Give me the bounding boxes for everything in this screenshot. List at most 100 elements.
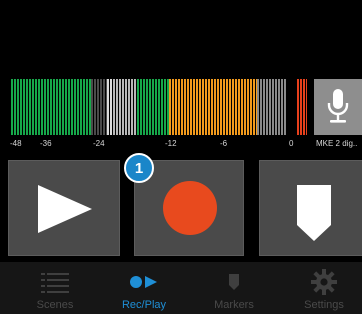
meter-segment bbox=[260, 79, 262, 135]
meter-segment bbox=[140, 79, 142, 135]
tab-label: Scenes bbox=[36, 299, 74, 311]
meter-segment bbox=[149, 79, 151, 135]
meter-segment bbox=[125, 79, 127, 135]
meter-segment bbox=[256, 79, 257, 135]
transport-controls bbox=[0, 160, 362, 256]
meter-segment bbox=[20, 79, 22, 135]
meter-segment bbox=[187, 79, 189, 135]
meter-segment bbox=[266, 79, 268, 135]
meter-segment bbox=[106, 79, 107, 135]
input-device-label: MKE 2 dig.. bbox=[316, 139, 358, 148]
meter-segment bbox=[47, 79, 49, 135]
meter-segment bbox=[300, 79, 302, 135]
meter-segment bbox=[23, 79, 25, 135]
meter-segment bbox=[11, 79, 13, 135]
tab-label: Rec/Play bbox=[121, 299, 167, 311]
meter-segment bbox=[134, 79, 136, 135]
play-button[interactable] bbox=[8, 160, 120, 256]
play-icon bbox=[38, 185, 92, 233]
meter-segment bbox=[119, 79, 121, 135]
meter-segment bbox=[128, 79, 130, 135]
input-device-button[interactable] bbox=[314, 79, 362, 135]
meter-segment bbox=[26, 79, 28, 135]
meter-segment bbox=[74, 79, 76, 135]
meter-segment bbox=[178, 79, 180, 135]
meter-segment bbox=[281, 79, 283, 135]
tab-scenes[interactable]: Scenes bbox=[10, 262, 100, 314]
meter-segment bbox=[38, 79, 40, 135]
meter-segment bbox=[65, 79, 67, 135]
meter-segment bbox=[131, 79, 133, 135]
meter-segment bbox=[275, 79, 277, 135]
tab-bar: Scenes Rec/Play Markers Settings bbox=[0, 262, 362, 314]
gear-icon bbox=[311, 269, 337, 295]
meter-segment bbox=[214, 79, 216, 135]
meter-segment bbox=[77, 79, 79, 135]
meter-segment bbox=[257, 79, 259, 135]
meter-segment bbox=[158, 79, 160, 135]
meter-segment bbox=[211, 79, 213, 135]
marker-icon bbox=[297, 185, 331, 241]
meter-segment bbox=[253, 79, 255, 135]
rec-play-icon bbox=[130, 276, 157, 288]
meter-segment bbox=[32, 79, 34, 135]
meter-segment bbox=[284, 79, 286, 135]
meter-segment bbox=[107, 79, 109, 135]
tab-settings[interactable]: Settings bbox=[279, 262, 362, 314]
meter-segment bbox=[241, 79, 243, 135]
marker-icon bbox=[229, 274, 239, 290]
scale-label: -6 bbox=[220, 139, 228, 148]
meter-segment bbox=[143, 79, 145, 135]
meter-segment bbox=[122, 79, 124, 135]
meter-segment bbox=[71, 79, 73, 135]
meter-segment bbox=[235, 79, 237, 135]
meter-segment bbox=[175, 79, 177, 135]
meter-segment bbox=[59, 79, 61, 135]
meter-segment bbox=[303, 79, 305, 135]
meter-segment bbox=[110, 79, 112, 135]
level-scale: -48 -36 -24 -12 -6 0 MKE 2 dig.. bbox=[0, 138, 362, 152]
meter-segment bbox=[199, 79, 201, 135]
meter-segment bbox=[103, 79, 105, 135]
meter-segment bbox=[229, 79, 231, 135]
meter-segment bbox=[68, 79, 70, 135]
meter-segment bbox=[269, 79, 271, 135]
scale-label: -12 bbox=[165, 139, 177, 148]
tab-markers[interactable]: Markers bbox=[189, 262, 279, 314]
meter-segment bbox=[161, 79, 163, 135]
add-marker-button[interactable] bbox=[259, 160, 362, 256]
meter-segment bbox=[86, 79, 88, 135]
meter-segment bbox=[155, 79, 157, 135]
meter-segment bbox=[297, 79, 299, 135]
microphone-icon bbox=[327, 89, 349, 123]
meter-segment bbox=[89, 79, 91, 135]
meter-segment bbox=[169, 79, 171, 135]
tab-rec-play[interactable]: Rec/Play bbox=[99, 262, 189, 314]
scale-label: 0 bbox=[289, 139, 294, 148]
meter-segment bbox=[172, 79, 174, 135]
meter-segment bbox=[167, 79, 169, 135]
meter-segment bbox=[14, 79, 16, 135]
meter-segment bbox=[29, 79, 31, 135]
meter-segment bbox=[80, 79, 82, 135]
meter-segment bbox=[278, 79, 280, 135]
tab-label: Markers bbox=[214, 299, 254, 311]
meter-segment bbox=[17, 79, 19, 135]
meter-segment bbox=[272, 79, 274, 135]
meter-segment bbox=[226, 79, 228, 135]
meter-segment bbox=[247, 79, 249, 135]
meter-segment bbox=[263, 79, 265, 135]
meter-segment bbox=[250, 79, 252, 135]
meter-segment bbox=[184, 79, 186, 135]
scale-label: -48 bbox=[10, 139, 22, 148]
meter-segment bbox=[223, 79, 225, 135]
meter-segment bbox=[244, 79, 246, 135]
scale-label: -36 bbox=[40, 139, 52, 148]
meter-segment bbox=[50, 79, 52, 135]
meter-segment bbox=[62, 79, 64, 135]
meter-segment bbox=[56, 79, 58, 135]
step-badge: 1 bbox=[124, 153, 154, 183]
scale-label: -24 bbox=[93, 139, 105, 148]
meter-segment bbox=[208, 79, 210, 135]
record-dot bbox=[163, 181, 217, 235]
